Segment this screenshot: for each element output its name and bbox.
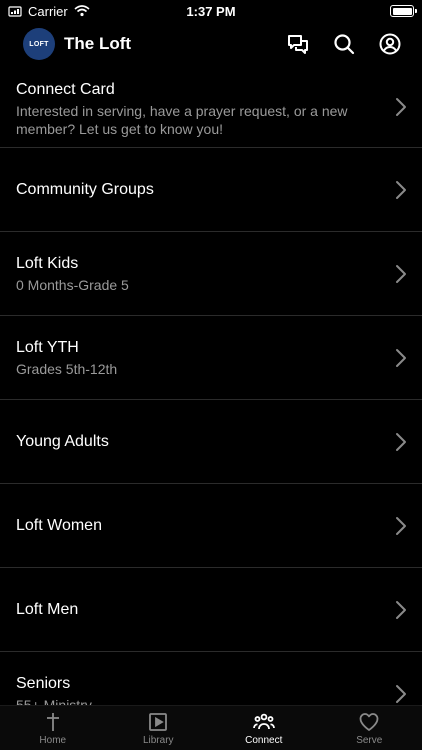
app-header: LOFT The Loft [0,22,422,66]
list-item-title: Community Groups [16,180,154,198]
tab-label: Home [39,734,67,746]
list-item-subtitle: Interested in serving, have a prayer req… [16,103,348,137]
tab-home[interactable]: Home [0,706,106,750]
status-bar: Carrier 1:37 PM [0,0,422,22]
tab-label: Serve [356,734,383,746]
list-item[interactable]: Young Adults [0,400,422,484]
search-button[interactable] [332,32,356,56]
messages-button[interactable] [286,32,310,56]
list-item-title: Seniors [16,674,71,692]
tab-label: Library [142,734,174,746]
signal-icon [8,5,22,17]
chevron-right-icon [396,97,406,116]
connect-list: Connect Card Interested in serving, have … [0,66,422,706]
chevron-right-icon [396,264,406,283]
list-item[interactable]: Community Groups [0,148,422,232]
battery-icon [390,5,417,17]
carrier-label: Carrier [28,3,68,19]
account-icon [379,33,401,55]
tab-bar: Home Library Connect Serve [0,705,422,750]
app-title: The Loft [64,34,132,53]
chevron-right-icon [396,180,406,199]
chevron-right-icon [396,516,406,535]
app-logo[interactable]: LOFT [23,28,55,60]
list-item[interactable]: Loft YTH Grades 5th-12th [0,316,422,400]
chat-bubbles-icon [288,35,308,54]
status-left: Carrier [0,4,90,19]
wifi-icon [74,5,90,17]
list-item[interactable]: Loft Kids 0 Months-Grade 5 [0,232,422,316]
chevron-right-icon [396,348,406,367]
play-icon [147,711,169,733]
list-item-title: Loft Women [16,516,102,534]
chevron-right-icon [396,432,406,451]
list-item-subtitle: Grades 5th-12th [16,360,118,377]
chevron-right-icon [396,684,406,703]
list-item-title: Loft Men [16,600,79,618]
search-icon [334,34,355,55]
people-icon [252,711,275,733]
list-item[interactable]: Seniors 55+ Ministry [0,652,422,706]
list-item-title: Loft Kids [16,254,79,272]
cross-icon [42,711,64,733]
tab-connect[interactable]: Connect [211,706,317,750]
status-right [390,5,422,17]
list-item-title: Loft YTH [16,338,79,356]
list-item[interactable]: Loft Men [0,568,422,652]
list-item-subtitle: 0 Months-Grade 5 [16,276,129,293]
chevron-right-icon [396,600,406,619]
list-item-title: Young Adults [16,432,109,450]
list-item[interactable]: Connect Card Interested in serving, have … [0,66,422,148]
tab-library[interactable]: Library [106,706,212,750]
account-button[interactable] [378,32,402,56]
heart-icon [358,711,380,733]
tab-label: Connect [245,734,283,746]
tab-serve[interactable]: Serve [317,706,422,750]
list-item[interactable]: Loft Women [0,484,422,568]
header-actions [286,32,422,56]
list-item-title: Connect Card [16,81,115,98]
